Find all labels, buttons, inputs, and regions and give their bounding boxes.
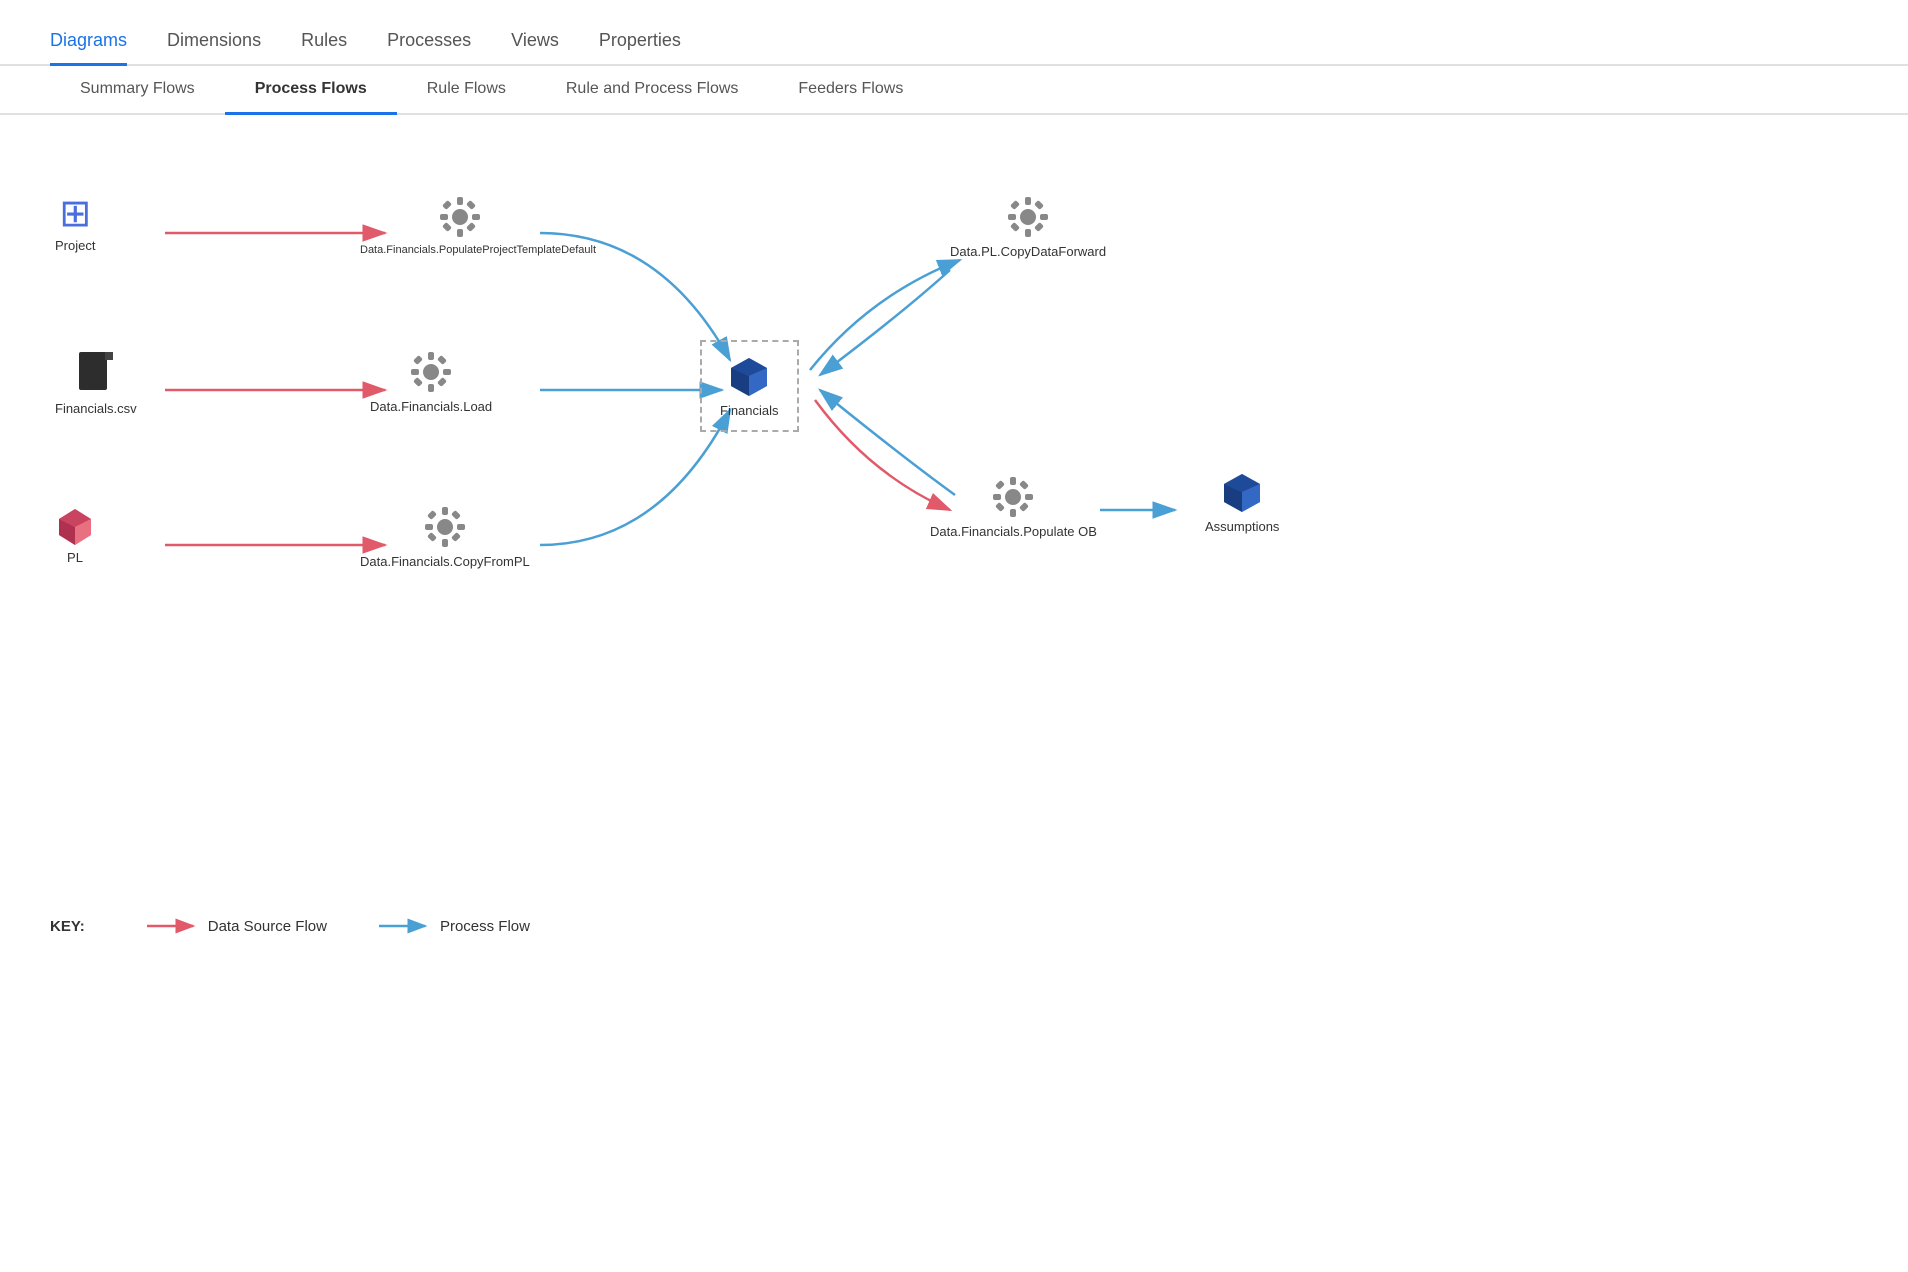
assumptions-label: Assumptions <box>1205 519 1279 534</box>
populate-project-label: Data.Financials.PopulateProjectTemplateD… <box>360 244 560 256</box>
gear-copy-from-pl-icon <box>423 505 467 549</box>
nav-item-properties[interactable]: Properties <box>599 30 681 66</box>
pl-label: PL <box>67 550 83 565</box>
sub-navigation: Summary Flows Process Flows Rule Flows R… <box>0 66 1908 115</box>
gear-populate-project-icon <box>438 195 482 239</box>
nav-item-dimensions[interactable]: Dimensions <box>167 30 261 66</box>
key-blue-arrow-icon <box>377 917 432 935</box>
assumptions-cube-icon <box>1220 470 1264 514</box>
financials-box: Financials <box>700 340 799 432</box>
key-process-flow: Process Flow <box>377 917 530 935</box>
key-process-flow-label: Process Flow <box>440 918 530 935</box>
top-navigation: Diagrams Dimensions Rules Processes View… <box>0 0 1908 66</box>
subnav-feeders-flows[interactable]: Feeders Flows <box>768 66 933 115</box>
nav-item-views[interactable]: Views <box>511 30 559 66</box>
node-copy-data-forward: Data.PL.CopyDataForward <box>950 195 1106 259</box>
node-assumptions: Assumptions <box>1205 470 1279 534</box>
key-label: KEY: <box>50 918 85 935</box>
node-data-load: Data.Financials.Load <box>370 350 492 414</box>
copy-from-pl-label: Data.Financials.CopyFromPL <box>360 554 530 569</box>
key-data-source-label: Data Source Flow <box>208 918 327 935</box>
pl-cube-icon <box>55 505 95 545</box>
populate-ob-label: Data.Financials.Populate OB <box>930 524 1097 539</box>
project-icon: ⊞ <box>59 195 91 233</box>
file-icon <box>77 350 115 396</box>
node-populate-project: Data.Financials.PopulateProjectTemplateD… <box>360 195 560 256</box>
diagram-canvas: ⊞ Project Financials.csv PL <box>0 115 1908 1015</box>
key-section: KEY: Data Source Flow <box>50 917 530 935</box>
nav-item-diagrams[interactable]: Diagrams <box>50 30 127 66</box>
node-financials: Financials <box>700 340 799 432</box>
data-load-label: Data.Financials.Load <box>370 399 492 414</box>
subnav-rule-and-process-flows[interactable]: Rule and Process Flows <box>536 66 769 115</box>
financials-cube-icon <box>727 354 771 398</box>
financials-label: Financials <box>720 403 779 418</box>
node-project: ⊞ Project <box>55 195 95 253</box>
gear-copy-data-forward-icon <box>1006 195 1050 239</box>
node-populate-ob: Data.Financials.Populate OB <box>930 475 1097 539</box>
subnav-process-flows[interactable]: Process Flows <box>225 66 397 115</box>
nav-item-processes[interactable]: Processes <box>387 30 471 66</box>
subnav-summary-flows[interactable]: Summary Flows <box>50 66 225 115</box>
project-label: Project <box>55 238 95 253</box>
node-pl: PL <box>55 505 95 565</box>
subnav-rule-flows[interactable]: Rule Flows <box>397 66 536 115</box>
node-financials-csv: Financials.csv <box>55 350 137 416</box>
gear-populate-ob-icon <box>991 475 1035 519</box>
node-copy-from-pl: Data.Financials.CopyFromPL <box>360 505 530 569</box>
key-data-source: Data Source Flow <box>145 917 327 935</box>
financials-csv-label: Financials.csv <box>55 401 137 416</box>
nav-item-rules[interactable]: Rules <box>301 30 347 66</box>
copy-data-forward-label: Data.PL.CopyDataForward <box>950 244 1106 259</box>
gear-data-load-icon <box>409 350 453 394</box>
key-red-arrow-icon <box>145 917 200 935</box>
